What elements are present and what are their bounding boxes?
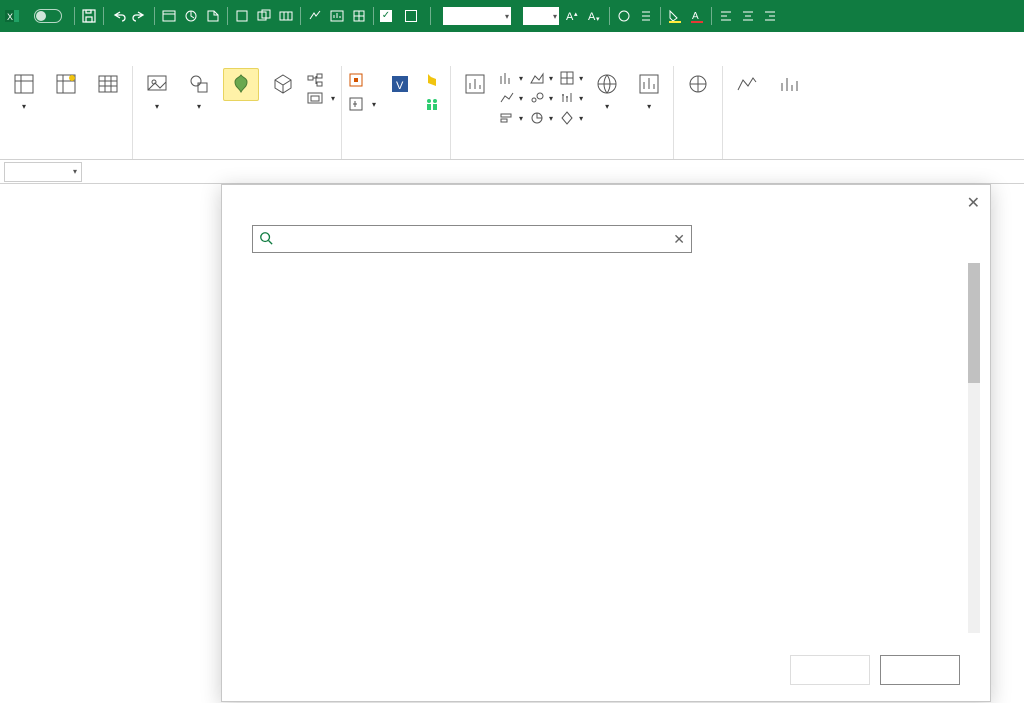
pivotchart-button[interactable]: ▾ bbox=[631, 68, 667, 111]
icons-button[interactable] bbox=[223, 68, 259, 101]
qa-icon-5[interactable] bbox=[256, 8, 272, 24]
people-graph-button[interactable] bbox=[424, 96, 444, 112]
group-tours bbox=[674, 66, 723, 159]
group-charts: ▾ ▾ ▾ ▾ ▾ ▾ ▾ ▾ ▾ ▾ ▾ bbox=[451, 66, 674, 159]
smartart-button[interactable] bbox=[307, 72, 335, 88]
cancel-button[interactable] bbox=[880, 655, 960, 685]
autosave-toggle[interactable] bbox=[30, 9, 62, 23]
svg-text:A: A bbox=[692, 11, 699, 22]
chart-type-2[interactable]: ▾ bbox=[499, 90, 523, 106]
svg-text:▴: ▴ bbox=[574, 11, 578, 18]
qa-icon-7[interactable] bbox=[307, 8, 323, 24]
formula-bar: ▾ bbox=[0, 160, 1024, 184]
group-sparklines bbox=[723, 66, 813, 159]
scrollbar[interactable] bbox=[968, 263, 980, 633]
search-input[interactable]: ✕ bbox=[252, 225, 692, 253]
close-icon[interactable]: ✕ bbox=[967, 193, 980, 213]
svg-text:V: V bbox=[396, 80, 404, 92]
svg-text:A: A bbox=[588, 11, 596, 23]
svg-text:▾: ▾ bbox=[596, 16, 600, 23]
align-left-icon[interactable] bbox=[718, 8, 734, 24]
group-illustrations: ▾ ▾ ▾ bbox=[133, 66, 342, 159]
maps-button[interactable]: ▾ bbox=[589, 68, 625, 111]
decrease-font-icon[interactable]: A▾ bbox=[587, 8, 603, 24]
qa-icon-3[interactable] bbox=[205, 8, 221, 24]
align-center-icon[interactable] bbox=[740, 8, 756, 24]
menu-bar bbox=[0, 32, 1024, 62]
search-icon bbox=[259, 231, 273, 248]
get-addins-button[interactable] bbox=[348, 72, 376, 88]
qa-icon-10[interactable] bbox=[616, 8, 632, 24]
screenshot-button[interactable]: ▾ bbox=[307, 90, 335, 106]
qa-icon-9[interactable] bbox=[351, 8, 367, 24]
insert-button[interactable] bbox=[790, 655, 870, 685]
clear-search-icon[interactable]: ✕ bbox=[673, 231, 685, 248]
chart-type-1[interactable]: ▾ bbox=[499, 70, 523, 86]
save-icon[interactable] bbox=[81, 8, 97, 24]
sparkline-column-button[interactable] bbox=[771, 68, 807, 100]
align-right-icon[interactable] bbox=[762, 8, 778, 24]
manual-checkbox[interactable] bbox=[405, 10, 424, 22]
qa-icon-8[interactable] bbox=[329, 8, 345, 24]
my-addins-button[interactable]: ▾ bbox=[348, 96, 376, 112]
automatic-checkbox[interactable]: ✓ bbox=[380, 10, 399, 22]
chart-type-7[interactable]: ▾ bbox=[559, 70, 583, 86]
chart-type-5[interactable]: ▾ bbox=[529, 90, 553, 106]
qa-icon-2[interactable] bbox=[183, 8, 199, 24]
icon-results-grid bbox=[252, 263, 960, 643]
chart-type-8[interactable]: ▾ bbox=[559, 90, 583, 106]
pictures-button[interactable]: ▾ bbox=[139, 68, 175, 111]
increase-font-icon[interactable]: A▴ bbox=[565, 8, 581, 24]
fontsize-combo[interactable]: ▾ bbox=[523, 7, 559, 25]
spreadsheet-grid: ✕ ✕ bbox=[0, 184, 1024, 703]
qa-icon-11[interactable] bbox=[638, 8, 654, 24]
qa-icon-1[interactable] bbox=[161, 8, 177, 24]
svg-text:X: X bbox=[7, 12, 13, 22]
undo-icon[interactable] bbox=[110, 8, 126, 24]
visio-button[interactable]: V bbox=[382, 68, 418, 100]
title-bar: X ✓ ▾ ▾ A▴ A▾ A bbox=[0, 0, 1024, 32]
chart-type-3[interactable]: ▾ bbox=[499, 110, 523, 126]
3d-models-button[interactable] bbox=[265, 68, 301, 100]
bing-maps-button[interactable] bbox=[424, 72, 444, 88]
chart-type-6[interactable]: ▾ bbox=[529, 110, 553, 126]
recommended-pivot-button[interactable] bbox=[48, 68, 84, 100]
shapes-button[interactable]: ▾ bbox=[181, 68, 217, 111]
sparkline-line-button[interactable] bbox=[729, 68, 765, 100]
chart-type-9[interactable]: ▾ bbox=[559, 110, 583, 126]
table-button[interactable] bbox=[90, 68, 126, 100]
3d-map-button[interactable] bbox=[680, 68, 716, 100]
svg-text:A: A bbox=[566, 11, 574, 23]
font-color-icon[interactable]: A bbox=[689, 8, 705, 24]
pivottable-button[interactable]: ▾ bbox=[6, 68, 42, 111]
font-combo[interactable]: ▾ bbox=[443, 7, 511, 25]
recommended-charts-button[interactable] bbox=[457, 68, 493, 100]
dialog-tabs bbox=[222, 185, 990, 217]
qa-icon-4[interactable] bbox=[234, 8, 250, 24]
group-tables: ▾ bbox=[0, 66, 133, 159]
app-icon: X bbox=[4, 8, 20, 24]
ribbon: ▾ ▾ ▾ ▾ ▾ V bbox=[0, 62, 1024, 160]
qa-icon-6[interactable] bbox=[278, 8, 294, 24]
fill-color-icon[interactable] bbox=[667, 8, 683, 24]
name-box[interactable]: ▾ bbox=[4, 162, 82, 182]
redo-icon[interactable] bbox=[132, 8, 148, 24]
group-addins: ▾ V bbox=[342, 66, 451, 159]
chart-type-4[interactable]: ▾ bbox=[529, 70, 553, 86]
insert-icons-dialog: ✕ ✕ bbox=[221, 184, 991, 702]
